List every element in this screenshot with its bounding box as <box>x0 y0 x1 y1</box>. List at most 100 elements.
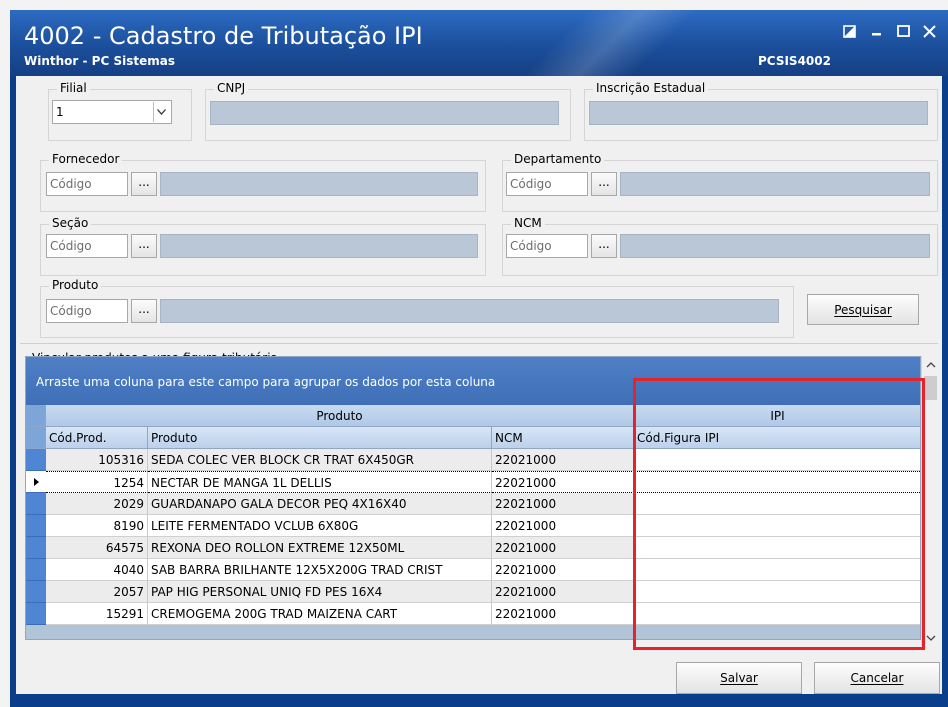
table-row[interactable]: 64575 REXONA DEO ROLLON EXTREME 12X50ML 22… <box>26 537 920 559</box>
cell-produto[interactable]: REXONA DEO ROLLON EXTREME 12X50ML <box>148 537 492 559</box>
cell-cod-figura-ipi[interactable] <box>634 581 920 603</box>
ncm-search-button[interactable]: ... <box>591 234 617 258</box>
band-header-row: Produto IPI <box>26 405 920 427</box>
cell-ncm[interactable]: 22021000 <box>492 471 634 493</box>
restore-icon[interactable] <box>838 20 860 42</box>
cell-cod-prod[interactable]: 1254 <box>46 471 148 493</box>
row-indicator[interactable] <box>26 559 46 581</box>
grid-scrollbar[interactable] <box>921 356 938 646</box>
departamento-search-button[interactable]: ... <box>591 172 617 196</box>
inscricao-field <box>589 101 928 125</box>
scroll-thumb[interactable] <box>924 376 937 400</box>
cell-cod-figura-ipi[interactable] <box>634 493 920 515</box>
cancel-button[interactable]: Cancelar <box>814 662 940 694</box>
ncm-label: NCM <box>511 216 545 230</box>
secao-label: Seção <box>49 216 92 230</box>
cell-produto[interactable]: SEDA COLEC VER BLOCK CR TRAT 6X450GR <box>148 449 492 471</box>
cell-cod-figura-ipi[interactable] <box>634 449 920 471</box>
filial-label: Filial <box>57 81 90 95</box>
cell-cod-prod[interactable]: 105316 <box>46 449 148 471</box>
routine-code: PCSIS4002 <box>758 54 831 68</box>
ncm-code-input[interactable]: Código <box>506 234 588 258</box>
secao-search-button[interactable]: ... <box>131 234 157 258</box>
pesquisar-button[interactable]: Pesquisar <box>807 294 919 325</box>
cell-cod-figura-ipi[interactable] <box>634 515 920 537</box>
col-cod-prod[interactable]: Cód.Prod. <box>46 427 148 449</box>
cell-cod-prod[interactable]: 64575 <box>46 537 148 559</box>
cell-cod-figura-ipi[interactable] <box>634 559 920 581</box>
row-indicator[interactable] <box>26 581 46 603</box>
fornecedor-label: Fornecedor <box>49 152 123 166</box>
cell-cod-prod[interactable]: 8190 <box>46 515 148 537</box>
produto-code-input[interactable]: Código <box>46 299 128 323</box>
cell-cod-prod[interactable]: 4040 <box>46 559 148 581</box>
table-row[interactable]: 15291 CREMOGEMA 200G TRAD MAIZENA CART 220… <box>26 603 920 625</box>
produto-search-button[interactable]: ... <box>131 299 157 323</box>
cell-produto[interactable]: PAP HIG PERSONAL UNIQ FD PES 16X4 <box>148 581 492 603</box>
cell-ncm[interactable]: 22021000 <box>492 537 634 559</box>
row-indicator[interactable] <box>26 493 46 515</box>
group-by-panel[interactable]: Arraste uma coluna para este campo para … <box>26 357 920 405</box>
maximize-icon[interactable] <box>892 20 914 42</box>
fornecedor-search-button[interactable]: ... <box>131 172 157 196</box>
table-row[interactable]: 4040 SAB BARRA BRILHANTE 12X5X200G TRAD C… <box>26 559 920 581</box>
scroll-down-icon[interactable] <box>922 629 939 646</box>
table-row[interactable]: 2029 GUARDANAPO GALA DECOR PEQ 4X16X40 220… <box>26 493 920 515</box>
cell-ncm[interactable]: 22021000 <box>492 559 634 581</box>
band-ipi[interactable]: IPI <box>634 405 920 427</box>
cell-produto[interactable]: GUARDANAPO GALA DECOR PEQ 4X16X40 <box>148 493 492 515</box>
row-indicator[interactable] <box>26 449 46 471</box>
col-produto[interactable]: Produto <box>148 427 492 449</box>
close-icon[interactable] <box>918 20 940 42</box>
cell-produto[interactable]: NECTAR DE MANGA 1L DELLIS <box>148 471 492 493</box>
column-header-row: Cód.Prod. Produto NCM Cód.Figura IPI <box>26 427 920 449</box>
cell-cod-figura-ipi[interactable] <box>634 471 920 493</box>
cell-produto[interactable]: SAB BARRA BRILHANTE 12X5X200G TRAD CRIST <box>148 559 492 581</box>
table-row[interactable]: 1254 NECTAR DE MANGA 1L DELLIS 22021000 <box>26 471 920 493</box>
cell-cod-prod[interactable]: 15291 <box>46 603 148 625</box>
chevron-down-icon[interactable] <box>153 102 169 122</box>
col-ncm[interactable]: NCM <box>492 427 634 449</box>
departamento-code-input[interactable]: Código <box>506 172 588 196</box>
filial-value: 1 <box>56 105 64 119</box>
cell-cod-prod[interactable]: 2057 <box>46 581 148 603</box>
fornecedor-code-input[interactable]: Código <box>46 172 128 196</box>
band-produto[interactable]: Produto <box>46 405 634 427</box>
table-row[interactable]: 8190 LEITE FERMENTADO VCLUB 6X80G 22021000 <box>26 515 920 537</box>
scroll-up-icon[interactable] <box>922 356 939 373</box>
cell-cod-figura-ipi[interactable] <box>634 537 920 559</box>
row-indicator[interactable] <box>26 603 46 625</box>
departamento-name-field <box>620 172 930 196</box>
secao-name-field <box>160 234 478 258</box>
cell-ncm[interactable]: 22021000 <box>492 493 634 515</box>
cell-produto[interactable]: LEITE FERMENTADO VCLUB 6X80G <box>148 515 492 537</box>
cell-ncm[interactable]: 22021000 <box>492 581 634 603</box>
window-title: 4002 - Cadastro de Tributação IPI <box>24 22 423 50</box>
pesquisar-label: Pesquisar <box>834 302 892 317</box>
filial-select[interactable]: 1 <box>52 100 172 124</box>
minimize-icon[interactable] <box>866 20 888 42</box>
row-pointer-icon <box>33 477 39 486</box>
cell-produto[interactable]: CREMOGEMA 200G TRAD MAIZENA CART <box>148 603 492 625</box>
table-row[interactable]: 2057 PAP HIG PERSONAL UNIQ FD PES 16X4 220… <box>26 581 920 603</box>
secao-code-input[interactable]: Código <box>46 234 128 258</box>
row-indicator[interactable] <box>26 515 46 537</box>
cell-cod-prod[interactable]: 2029 <box>46 493 148 515</box>
ncm-name-field <box>620 234 930 258</box>
cnpj-label: CNPJ <box>214 81 249 95</box>
cell-ncm[interactable]: 22021000 <box>492 515 634 537</box>
products-grid: Arraste uma coluna para este campo para … <box>25 356 921 640</box>
cell-ncm[interactable]: 22021000 <box>492 449 634 471</box>
cell-ncm[interactable]: 22021000 <box>492 603 634 625</box>
row-indicator[interactable] <box>26 537 46 559</box>
cnpj-field <box>210 101 559 125</box>
title-bar: 4002 - Cadastro de Tributação IPI Wintho… <box>10 10 948 76</box>
fornecedor-name-field <box>160 172 478 196</box>
table-row[interactable]: 105316 SEDA COLEC VER BLOCK CR TRAT 6X450… <box>26 449 920 471</box>
row-indicator[interactable] <box>26 471 46 493</box>
window-subtitle: Winthor - PC Sistemas <box>24 54 175 68</box>
col-cod-figura-ipi[interactable]: Cód.Figura IPI <box>634 427 920 449</box>
save-button[interactable]: Salvar <box>676 662 802 694</box>
cell-cod-figura-ipi[interactable] <box>634 603 920 625</box>
section-divider <box>20 343 938 344</box>
